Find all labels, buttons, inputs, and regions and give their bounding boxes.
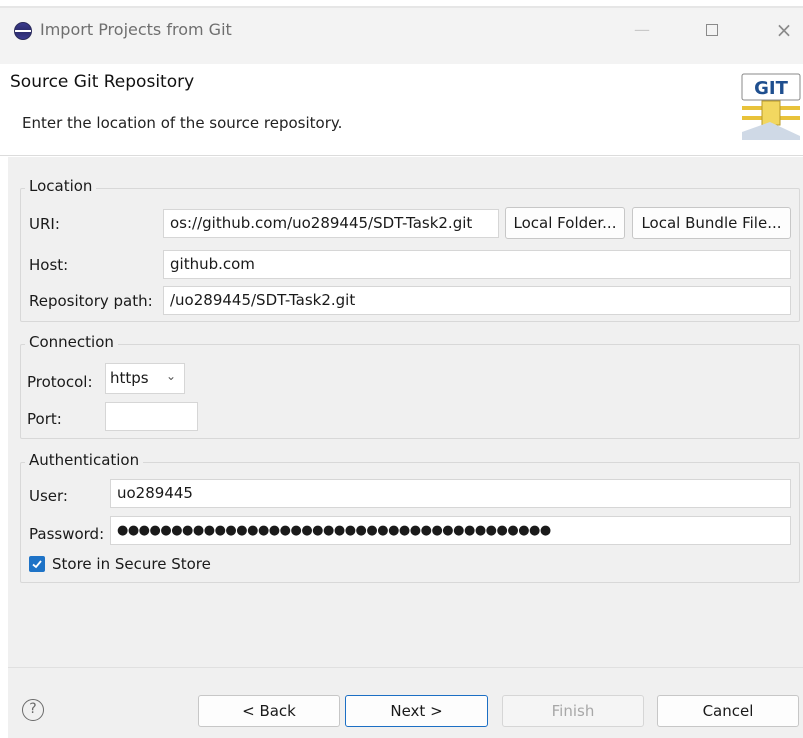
location-legend: Location — [25, 177, 97, 195]
uri-input[interactable]: os://github.com/uo289445/SDT-Task2.git — [163, 209, 499, 238]
password-label: Password: — [29, 525, 105, 543]
local-bundle-file-button[interactable]: Local Bundle File... — [632, 207, 791, 239]
repository-path-label: Repository path: — [29, 292, 153, 310]
eclipse-app-icon — [14, 22, 32, 40]
maximize-button[interactable] — [698, 18, 726, 42]
connection-legend: Connection — [25, 333, 118, 351]
finish-button[interactable]: Finish — [502, 695, 644, 727]
help-icon[interactable]: ? — [22, 699, 44, 721]
user-label: User: — [29, 487, 68, 505]
port-input[interactable] — [105, 402, 198, 431]
checkmark-icon — [32, 560, 42, 569]
page-title: Source Git Repository — [10, 72, 195, 92]
store-secure-label[interactable]: Store in Secure Store — [52, 555, 211, 573]
window-title: Import Projects from Git — [40, 20, 232, 39]
local-folder-button[interactable]: Local Folder... — [505, 207, 625, 239]
maximize-icon — [706, 24, 718, 36]
next-button[interactable]: Next > — [345, 695, 488, 727]
protocol-value: https — [110, 369, 149, 387]
password-input[interactable]: ●●●●●●●●●●●●●●●●●●●●●●●●●●●●●●●●●●●●●●●● — [110, 516, 791, 545]
back-button[interactable]: < Back — [198, 695, 340, 727]
minimize-button[interactable]: — — [628, 18, 656, 42]
chevron-down-icon: ⌄ — [165, 369, 176, 383]
port-label: Port: — [27, 410, 62, 428]
page-description: Enter the location of the source reposit… — [22, 114, 343, 132]
protocol-dropdown[interactable]: https ⌄ — [105, 363, 185, 394]
user-input[interactable]: uo289445 — [110, 479, 791, 508]
git-logo-text: GIT — [754, 78, 788, 99]
store-secure-checkbox[interactable] — [29, 556, 45, 572]
host-label: Host: — [29, 256, 69, 274]
authentication-legend: Authentication — [25, 451, 144, 469]
close-button[interactable]: × — [770, 18, 798, 42]
git-logo-icon: GIT — [741, 73, 801, 140]
repository-path-input[interactable]: /uo289445/SDT-Task2.git — [163, 286, 791, 315]
protocol-label: Protocol: — [27, 373, 93, 391]
uri-label: URI: — [29, 215, 60, 233]
cancel-button[interactable]: Cancel — [657, 695, 799, 727]
host-input[interactable]: github.com — [163, 250, 791, 279]
